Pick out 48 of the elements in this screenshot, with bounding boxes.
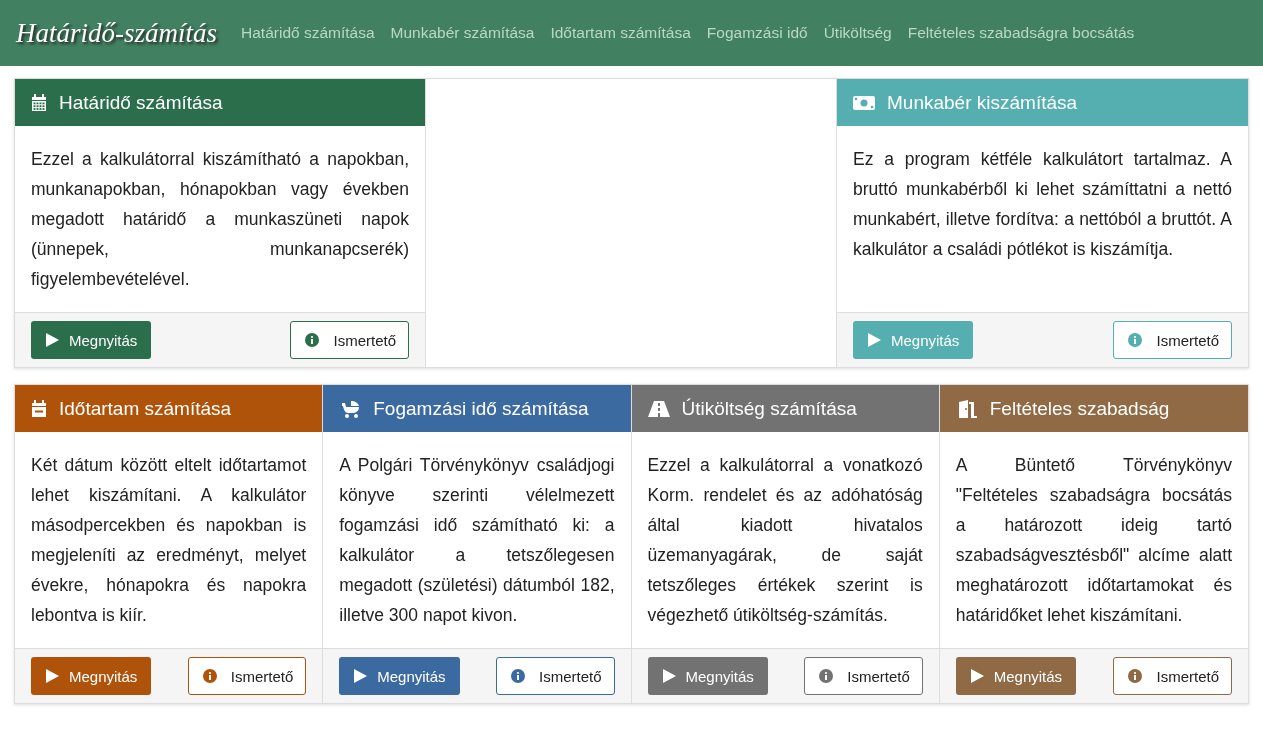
nav-link[interactable]: Útiköltség	[823, 24, 892, 42]
card-title: Feltételes szabadság	[989, 397, 1170, 420]
info-button[interactable]: Ismertető	[187, 657, 307, 695]
info-icon	[202, 669, 217, 683]
play-icon	[353, 669, 368, 683]
card-description: Két dátum között eltelt időtartamot lehet kiszámítani. A kalkulátor másodpercekben és napokban is megjeleníti az eredményt, melyet évekre, hónapokra és napokra lebontva is kiír.	[30, 454, 308, 627]
card-description: Ezzel a kalkulátorral kiszámítható a napokban, munkanapokban, hónapokban vagy években megadott határidő a munkaszüneti napok (ünnepek, munkanapcserék) figyelembevételével.	[30, 148, 410, 291]
nav-link[interactable]: Fogamzási idő	[706, 24, 808, 42]
info-icon	[1128, 333, 1143, 347]
stroller-icon	[339, 399, 362, 418]
open-button[interactable]: Megnyitás	[647, 657, 768, 695]
card-description: Ez a program kétféle kalkulátort tartalmaz. A bruttó munkabérből ki lehet számíttatni a nettó munkabért, illetve fordítva: a nettóból a bruttót. A kalkulátor a családi pótlékot is kiszámítja.	[852, 148, 1233, 261]
nav-link[interactable]: Határidő számítása	[241, 24, 375, 42]
open-button[interactable]: Megnyitás	[339, 657, 460, 695]
info-button[interactable]: Ismertető	[290, 321, 409, 359]
play-icon	[45, 669, 59, 683]
info-icon	[819, 669, 834, 683]
site-logo[interactable]: Határidő-számítás	[16, 17, 218, 49]
play-icon	[867, 333, 881, 347]
info-icon	[510, 669, 525, 683]
info-button[interactable]: Ismertető	[1113, 321, 1232, 359]
banknote-icon	[853, 93, 875, 112]
nav-link[interactable]: Feltételes szabadságra bocsátás	[907, 24, 1135, 42]
card-title: Útiköltség számítása	[681, 397, 857, 420]
open-button[interactable]: Megnyitás	[853, 321, 974, 359]
nav-link[interactable]: Időtartam számítása	[550, 24, 691, 42]
play-icon	[661, 669, 676, 683]
card-title: Fogamzási idő számítása	[373, 397, 589, 420]
calendar-icon	[31, 93, 47, 112]
play-icon	[969, 669, 984, 683]
nav-link[interactable]: Munkabér számítása	[390, 24, 535, 42]
info-button[interactable]: Ismertető	[804, 657, 923, 695]
open-button[interactable]: Megnyitás	[955, 657, 1077, 695]
card-description: A Büntető Törvénykönyv "Feltételes szabadságra bocsátás a határozott ideig tartó szabadságvesztésből" alcíme alatt meghatározott időtartamokat és határidőket lehet kiszámítani.	[954, 454, 1233, 627]
calendar-icon	[31, 399, 47, 418]
info-button[interactable]: Ismertető	[1113, 657, 1232, 695]
info-icon	[305, 333, 320, 347]
card-description: A Polgári Törvénykönyv családjogi könyve szerinti vélelmezett fogamzási idő számítható ki: a kalkulátor a tetszőlegesen megadott (születési) dátumból 182, illetve 300 napot kivon.	[338, 454, 616, 627]
open-button[interactable]: Megnyitás	[31, 657, 152, 695]
card-title: Munkabér kiszámítása	[887, 91, 1078, 114]
info-icon	[1128, 669, 1143, 683]
road-icon	[647, 399, 670, 418]
play-icon	[45, 333, 59, 347]
card-description: Ezzel a kalkulátorral a vonatkozó Korm. rendelet és az adóhatóság által kiadott hivatalos üzemanyagárak, de saját tetszőleges értékek szerint is végezhető útiköltség-számítás.	[646, 454, 924, 627]
card-title: Időtartam számítása	[59, 397, 232, 420]
card-title: Határidő számítása	[59, 91, 223, 114]
open-button[interactable]: Megnyitás	[31, 321, 152, 359]
info-button[interactable]: Ismertető	[495, 657, 615, 695]
